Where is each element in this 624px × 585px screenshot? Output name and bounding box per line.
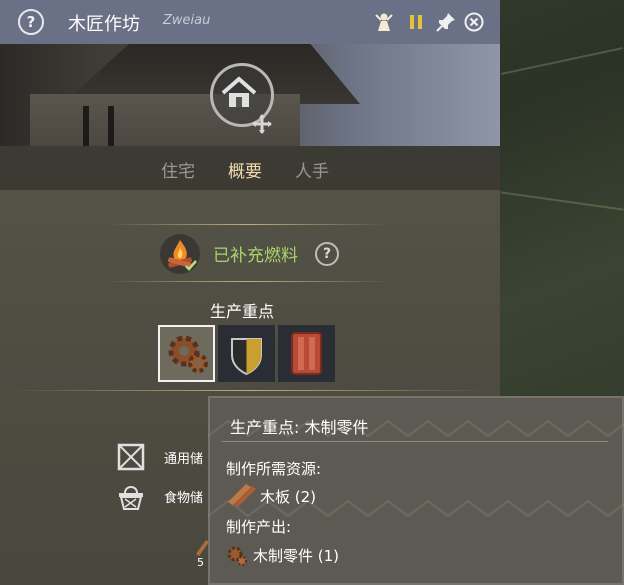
window-title: 木匠作坊	[68, 14, 140, 35]
production-tooltip: 生产重点: 木制零件 制作所需资源: 木板 (2) 制作产出: 木制零件 (1)	[208, 396, 624, 585]
wood-parts-icon	[227, 546, 247, 566]
building-window	[83, 106, 89, 146]
planks-icon	[228, 484, 256, 507]
divider	[105, 224, 390, 225]
map-road	[501, 47, 623, 75]
tooltip-title: 生产重点: 木制零件	[230, 418, 369, 437]
focus-option-wood-parts[interactable]	[158, 325, 215, 382]
divider	[10, 390, 490, 391]
required-resources-label: 制作所需资源:	[226, 460, 322, 478]
workers-icon[interactable]	[373, 11, 395, 33]
tab-overview[interactable]: 概要	[228, 157, 262, 182]
building-window	[108, 106, 114, 146]
window-subtitle: Zweiau	[163, 13, 211, 28]
move-icon[interactable]	[252, 114, 272, 134]
stock-count: 5	[197, 556, 204, 569]
focus-option-shields[interactable]	[218, 325, 275, 382]
pause-icon[interactable]	[405, 11, 427, 33]
fuel-icon	[160, 234, 200, 274]
output-label: 制作产出:	[226, 518, 292, 536]
tab-workers[interactable]: 人手	[295, 157, 329, 182]
storage-food-label: 食物储	[164, 491, 204, 506]
tooltip-divider	[222, 441, 608, 442]
divider	[105, 281, 390, 282]
basket-icon	[119, 486, 143, 510]
output-item: 木制零件 (1)	[253, 547, 340, 565]
storage-general-label: 通用储	[164, 452, 204, 467]
help-icon: ?	[322, 246, 332, 262]
gear-parts-icon	[168, 335, 208, 373]
fuel-status: 已补充燃料	[213, 246, 298, 266]
production-focus-title: 生产重点	[210, 302, 275, 321]
map-road	[500, 191, 624, 211]
help-button[interactable]: ?	[18, 9, 44, 35]
focus-option-panels[interactable]	[278, 325, 335, 382]
help-icon: ?	[26, 13, 36, 31]
wood-panel-icon	[291, 332, 322, 375]
house-icon	[221, 76, 257, 107]
close-icon[interactable]	[463, 11, 485, 33]
pin-icon[interactable]	[435, 11, 457, 33]
tab-residence[interactable]: 住宅	[161, 157, 195, 182]
required-item: 木板 (2)	[260, 488, 317, 506]
fuel-help-button[interactable]: ?	[315, 242, 339, 266]
shield-icon	[231, 338, 262, 376]
crate-icon	[117, 443, 145, 471]
title-bar: ? 木匠作坊 Zweiau	[0, 0, 500, 44]
